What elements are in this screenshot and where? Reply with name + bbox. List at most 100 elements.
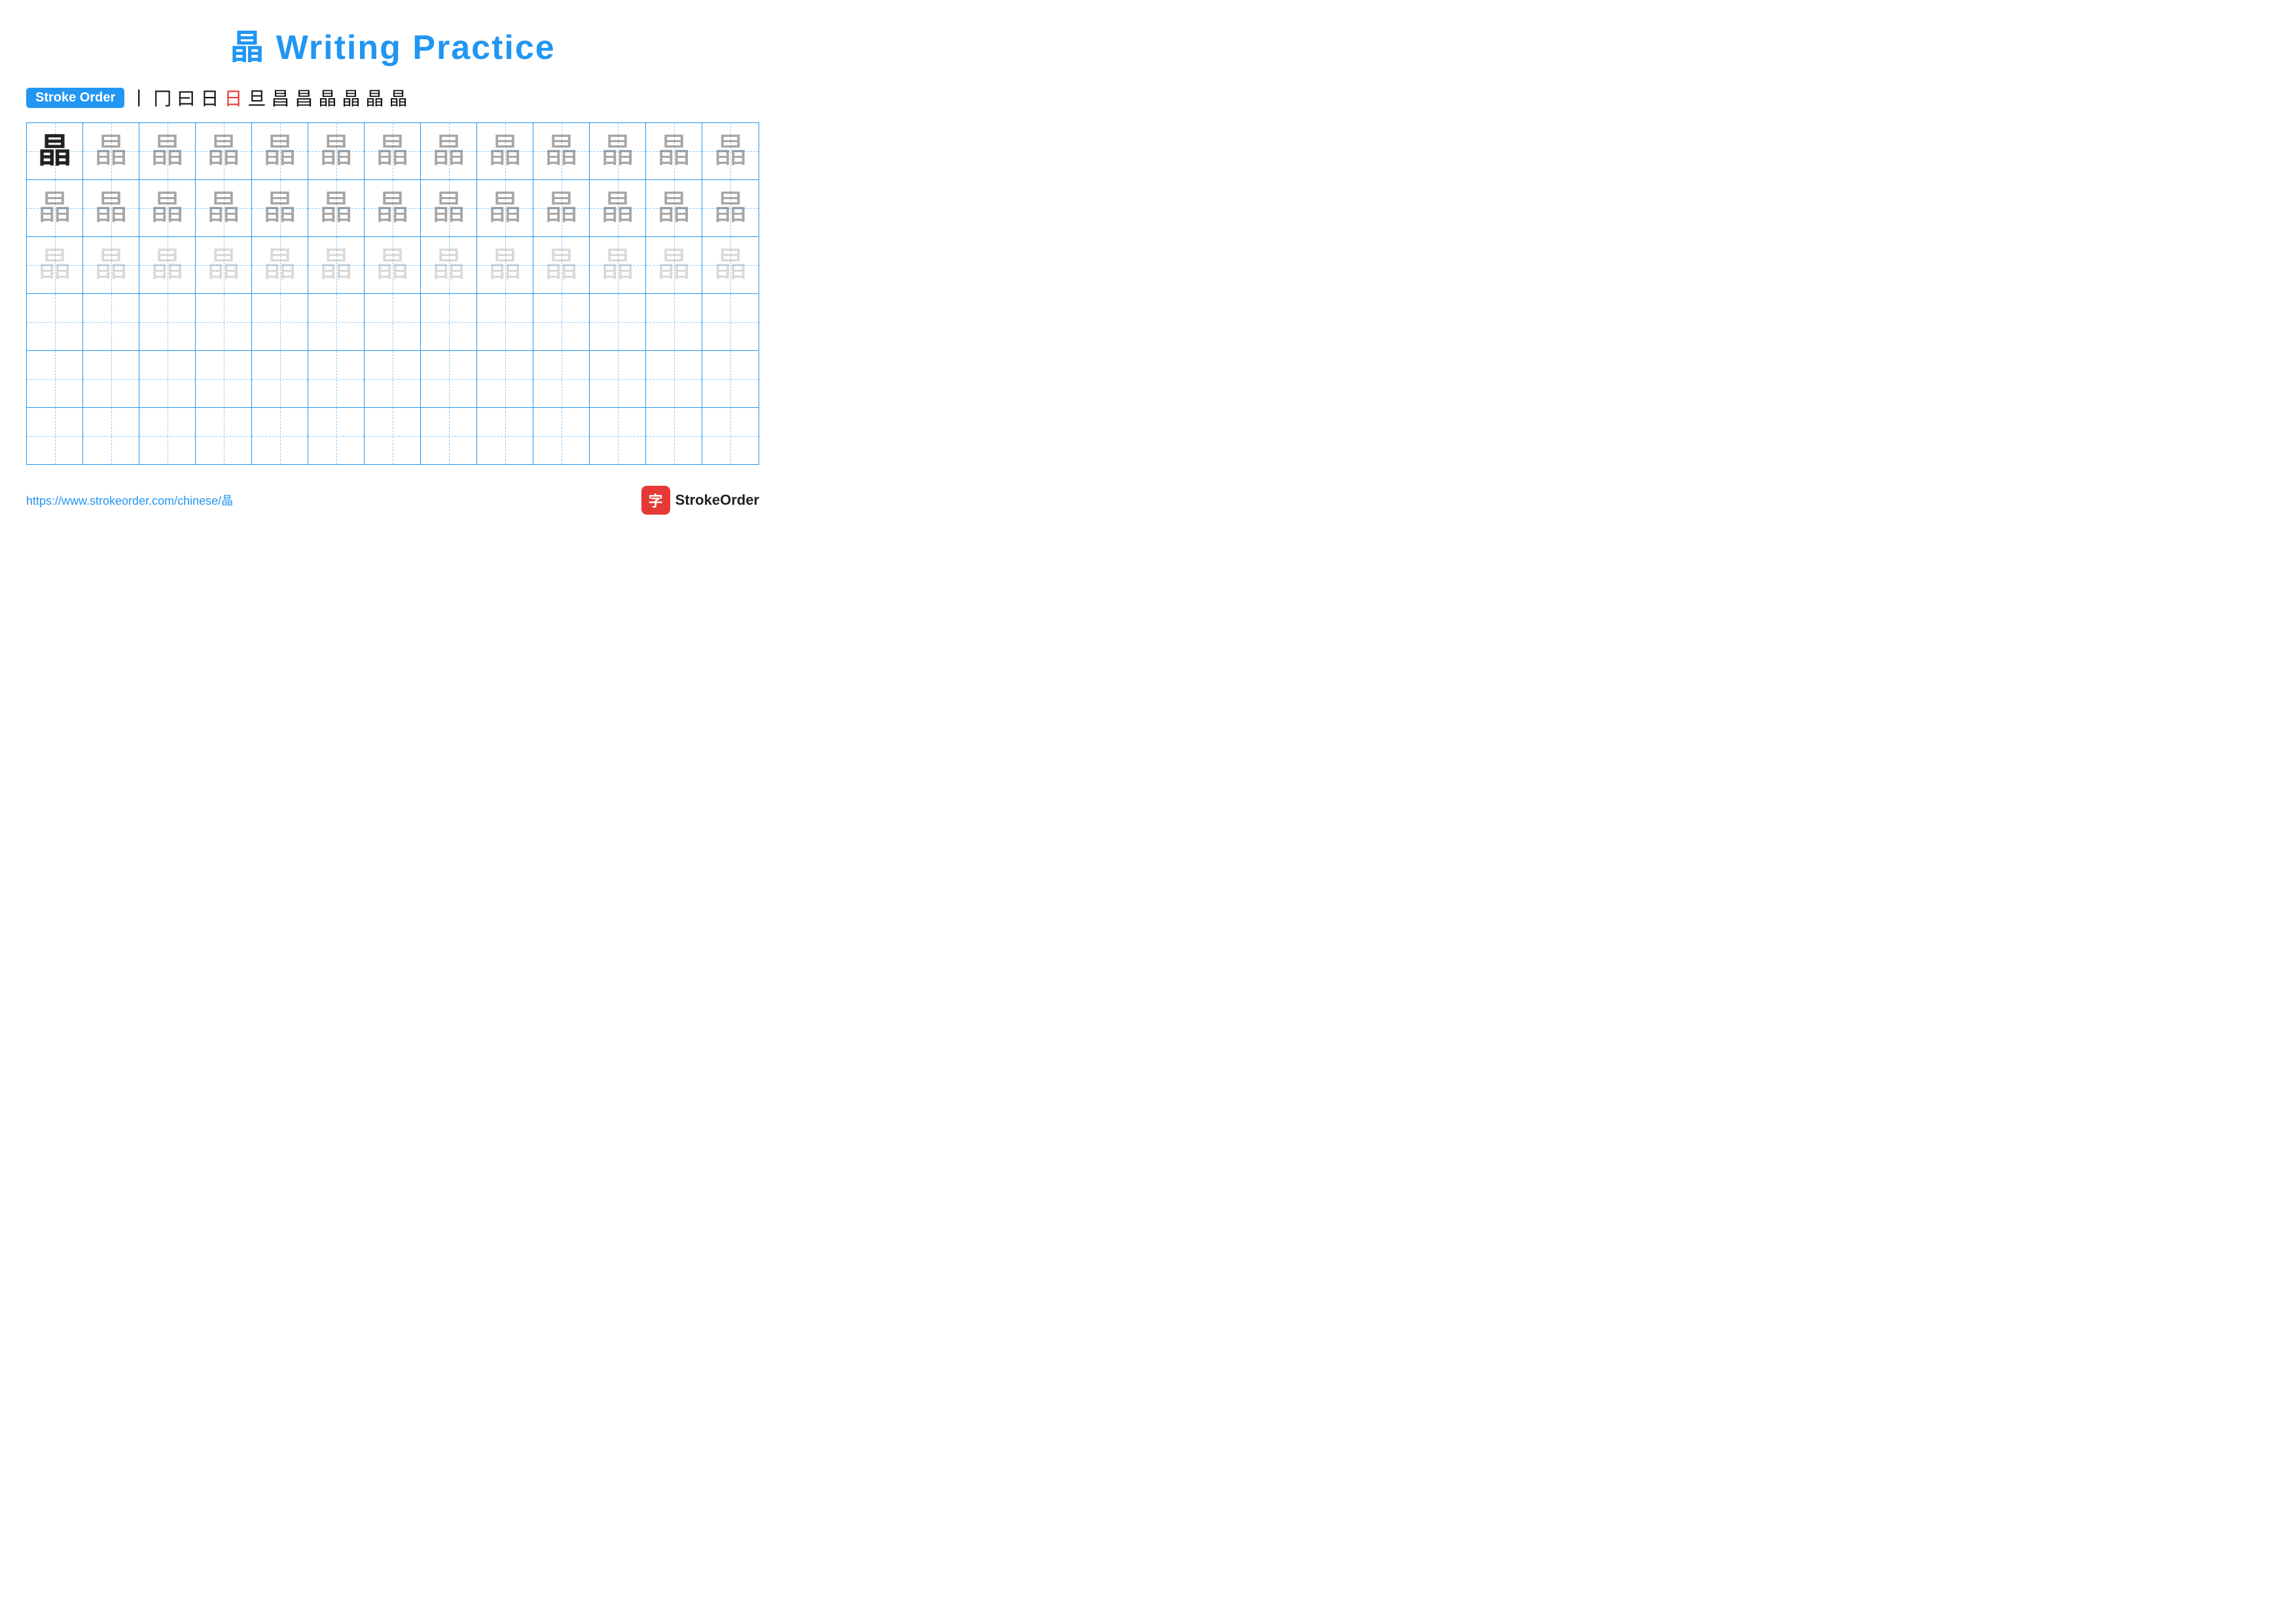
stroke-3: 曰 — [177, 84, 195, 111]
grid-cell-r3c5[interactable]: 晶 — [252, 237, 308, 293]
grid-cell-r6c5[interactable] — [252, 408, 308, 464]
grid-cell-r5c8[interactable] — [421, 351, 477, 407]
grid-row-2: 晶 晶 晶 晶 晶 晶 晶 晶 晶 晶 晶 晶 晶 — [27, 180, 759, 237]
grid-cell-r3c6[interactable]: 晶 — [308, 237, 365, 293]
grid-cell-r4c8[interactable] — [421, 294, 477, 350]
grid-cell-r2c9[interactable]: 晶 — [477, 180, 533, 236]
grid-cell-r6c4[interactable] — [196, 408, 252, 464]
grid-cell-r4c2[interactable] — [83, 294, 139, 350]
grid-cell-r1c6[interactable]: 晶 — [308, 123, 365, 179]
char-medium: 晶 — [431, 191, 465, 225]
grid-cell-r5c7[interactable] — [365, 351, 421, 407]
stroke-2: 冂 — [153, 84, 171, 111]
grid-cell-r1c9[interactable]: 晶 — [477, 123, 533, 179]
grid-cell-r5c10[interactable] — [533, 351, 590, 407]
grid-cell-r1c7[interactable]: 晶 — [365, 123, 421, 179]
grid-cell-r6c3[interactable] — [139, 408, 196, 464]
grid-cell-r5c1[interactable] — [27, 351, 83, 407]
grid-cell-r2c13[interactable]: 晶 — [702, 180, 759, 236]
grid-cell-r5c3[interactable] — [139, 351, 196, 407]
grid-cell-r2c3[interactable]: 晶 — [139, 180, 196, 236]
char-medium: 晶 — [150, 134, 184, 168]
grid-cell-r4c5[interactable] — [252, 294, 308, 350]
grid-cell-r1c13[interactable]: 晶 — [702, 123, 759, 179]
grid-cell-r4c7[interactable] — [365, 294, 421, 350]
grid-cell-r1c1[interactable]: 晶 — [27, 123, 83, 179]
grid-cell-r6c12[interactable] — [646, 408, 702, 464]
grid-cell-r5c2[interactable] — [83, 351, 139, 407]
grid-cell-r4c3[interactable] — [139, 294, 196, 350]
grid-cell-r1c3[interactable]: 晶 — [139, 123, 196, 179]
page-title: 晶 Writing Practice — [26, 20, 759, 69]
grid-cell-r1c12[interactable]: 晶 — [646, 123, 702, 179]
grid-cell-r6c11[interactable] — [590, 408, 646, 464]
grid-cell-r4c12[interactable] — [646, 294, 702, 350]
grid-cell-r3c9[interactable]: 晶 — [477, 237, 533, 293]
grid-cell-r3c7[interactable]: 晶 — [365, 237, 421, 293]
char-medium: 晶 — [600, 191, 634, 225]
grid-cell-r4c10[interactable] — [533, 294, 590, 350]
grid-cell-r2c8[interactable]: 晶 — [421, 180, 477, 236]
grid-cell-r3c13[interactable]: 晶 — [702, 237, 759, 293]
grid-cell-r3c1[interactable]: 晶 — [27, 237, 83, 293]
grid-cell-r2c5[interactable]: 晶 — [252, 180, 308, 236]
char-light: 晶 — [544, 248, 578, 282]
grid-cell-r5c12[interactable] — [646, 351, 702, 407]
grid-cell-r6c8[interactable] — [421, 408, 477, 464]
grid-cell-r4c1[interactable] — [27, 294, 83, 350]
footer-url[interactable]: https://www.strokeorder.com/chinese/晶 — [26, 492, 233, 509]
char-medium: 晶 — [488, 134, 522, 168]
stroke-8: 昌 — [295, 84, 313, 111]
char-light: 晶 — [431, 248, 465, 282]
stroke-7: 昌 — [271, 84, 289, 111]
grid-cell-r3c4[interactable]: 晶 — [196, 237, 252, 293]
grid-cell-r1c8[interactable]: 晶 — [421, 123, 477, 179]
grid-cell-r3c2[interactable]: 晶 — [83, 237, 139, 293]
char-medium: 晶 — [544, 191, 578, 225]
grid-cell-r2c4[interactable]: 晶 — [196, 180, 252, 236]
grid-cell-r5c11[interactable] — [590, 351, 646, 407]
grid-cell-r3c11[interactable]: 晶 — [590, 237, 646, 293]
grid-cell-r2c2[interactable]: 晶 — [83, 180, 139, 236]
strokeorder-logo-icon: 字 — [641, 486, 670, 515]
char-medium: 晶 — [150, 191, 184, 225]
grid-cell-r3c10[interactable]: 晶 — [533, 237, 590, 293]
grid-cell-r3c3[interactable]: 晶 — [139, 237, 196, 293]
grid-cell-r2c6[interactable]: 晶 — [308, 180, 365, 236]
grid-cell-r6c10[interactable] — [533, 408, 590, 464]
grid-cell-r2c1[interactable]: 晶 — [27, 180, 83, 236]
grid-cell-r5c13[interactable] — [702, 351, 759, 407]
grid-cell-r6c9[interactable] — [477, 408, 533, 464]
grid-cell-r6c1[interactable] — [27, 408, 83, 464]
grid-cell-r1c4[interactable]: 晶 — [196, 123, 252, 179]
footer: https://www.strokeorder.com/chinese/晶 字 … — [26, 486, 759, 515]
grid-cell-r6c6[interactable] — [308, 408, 365, 464]
grid-cell-r2c11[interactable]: 晶 — [590, 180, 646, 236]
grid-cell-r6c7[interactable] — [365, 408, 421, 464]
grid-cell-r4c9[interactable] — [477, 294, 533, 350]
grid-row-4 — [27, 294, 759, 351]
grid-cell-r1c10[interactable]: 晶 — [533, 123, 590, 179]
grid-cell-r1c11[interactable]: 晶 — [590, 123, 646, 179]
grid-cell-r5c5[interactable] — [252, 351, 308, 407]
grid-cell-r4c13[interactable] — [702, 294, 759, 350]
grid-cell-r5c9[interactable] — [477, 351, 533, 407]
grid-cell-r5c6[interactable] — [308, 351, 365, 407]
char-light: 晶 — [600, 248, 634, 282]
grid-cell-r5c4[interactable] — [196, 351, 252, 407]
grid-cell-r4c11[interactable] — [590, 294, 646, 350]
grid-cell-r1c5[interactable]: 晶 — [252, 123, 308, 179]
practice-grid: 晶 晶 晶 晶 晶 晶 晶 晶 晶 晶 晶 晶 晶 晶 晶 晶 晶 晶 晶 晶 … — [26, 122, 759, 465]
grid-cell-r3c8[interactable]: 晶 — [421, 237, 477, 293]
grid-cell-r4c4[interactable] — [196, 294, 252, 350]
grid-cell-r6c13[interactable] — [702, 408, 759, 464]
grid-cell-r2c12[interactable]: 晶 — [646, 180, 702, 236]
grid-cell-r3c12[interactable]: 晶 — [646, 237, 702, 293]
grid-cell-r2c7[interactable]: 晶 — [365, 180, 421, 236]
char-light: 晶 — [375, 248, 409, 282]
grid-cell-r6c2[interactable] — [83, 408, 139, 464]
char-medium: 晶 — [375, 134, 409, 168]
grid-cell-r4c6[interactable] — [308, 294, 365, 350]
grid-cell-r2c10[interactable]: 晶 — [533, 180, 590, 236]
grid-cell-r1c2[interactable]: 晶 — [83, 123, 139, 179]
